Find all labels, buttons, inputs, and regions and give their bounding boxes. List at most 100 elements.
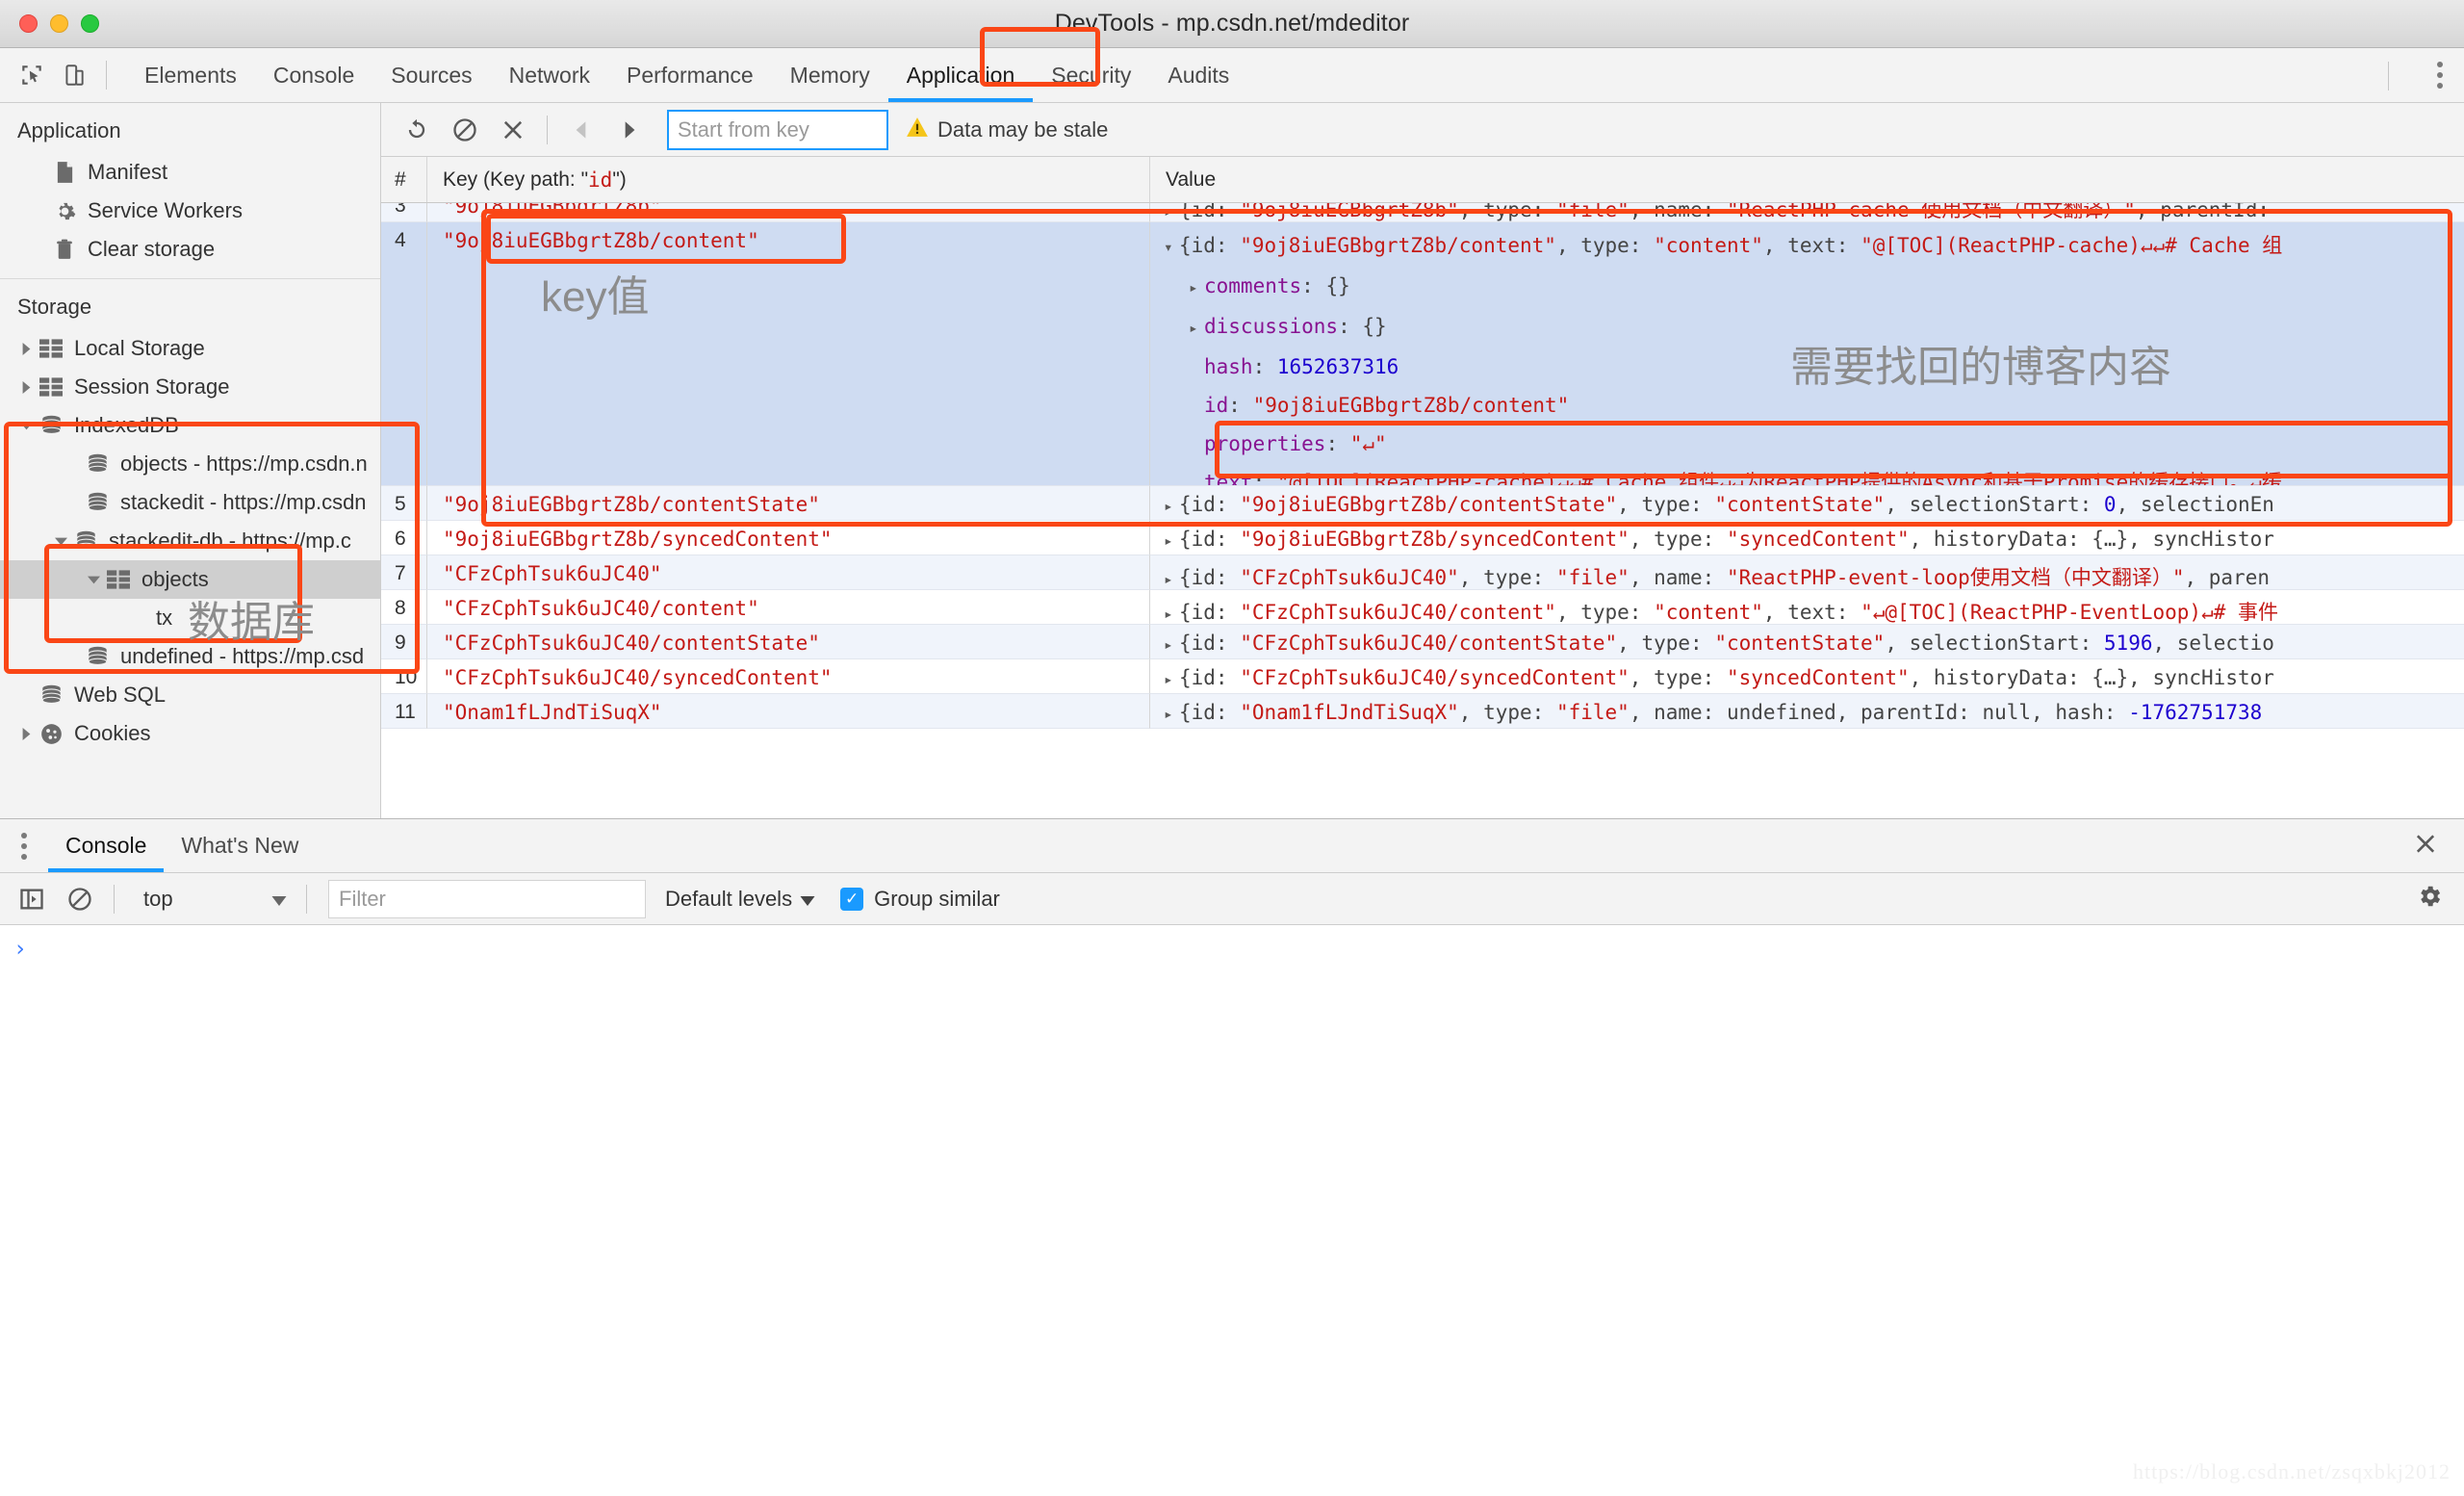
delete-selected-icon[interactable] (491, 109, 535, 151)
chevron-right-icon[interactable] (15, 728, 37, 740)
console-sidebar-icon[interactable] (10, 878, 54, 920)
expand-arrow-icon[interactable]: ▸ (1164, 203, 1179, 220)
value-property-row[interactable]: properties: "↵" (1164, 425, 2464, 463)
value-property-row[interactable]: ▸comments: {} (1164, 267, 2464, 307)
table-row[interactable]: 11 "Onam1fLJndTiSuqX" ▸{id: "Onam1fLJndT… (381, 694, 2464, 729)
row-value[interactable]: ▸{id: "9oj8iuEGBbgrtZ8b/contentState", t… (1150, 486, 2464, 521)
console-output[interactable]: › (0, 925, 2464, 962)
value-property-row-text[interactable]: text: "@[TOC](ReactPHP-cache)↵↵# Cache 组… (1164, 463, 2464, 486)
expand-arrow-icon[interactable]: ▸ (1164, 531, 1179, 550)
sidebar-item-local-storage[interactable]: Local Storage (0, 329, 380, 368)
row-value[interactable]: ▸{id: "CFzCphTsuk6uJC40", type: "file", … (1150, 555, 2464, 590)
tab-memory[interactable]: Memory (772, 48, 888, 102)
close-icon[interactable] (2412, 830, 2439, 862)
value-summary-line[interactable]: ▾{id: "9oj8iuEGBbgrtZ8b/content", type: … (1164, 226, 2464, 267)
gear-icon[interactable] (2416, 883, 2443, 915)
next-page-icon[interactable] (607, 109, 652, 151)
sidebar-item-indexeddb[interactable]: IndexedDB (0, 406, 380, 445)
row-value[interactable]: ▾{id: "9oj8iuEGBbgrtZ8b/content", type: … (1150, 222, 2464, 486)
row-value[interactable]: ▸{id: "9oj8iuEGBbgrtZ8b", type: "file", … (1150, 203, 2464, 222)
tab-audits[interactable]: Audits (1149, 48, 1247, 102)
chevron-down-icon[interactable] (50, 535, 71, 548)
tab-network[interactable]: Network (491, 48, 608, 102)
tab-elements[interactable]: Elements (126, 48, 255, 102)
table-row[interactable]: 4 "9oj8iuEGBbgrtZ8b/content" ▾{id: "9oj8… (381, 222, 2464, 486)
table-row[interactable]: 3 "9oj8iuEGBbgrtZ8b" ▸{id: "9oj8iuEGBbgr… (381, 203, 2464, 222)
row-key[interactable]: "Onam1fLJndTiSuqX" (427, 694, 1150, 729)
expand-arrow-icon[interactable]: ▸ (1164, 497, 1179, 515)
kebab-menu-icon[interactable] (2437, 62, 2443, 89)
sidebar-item-db-stackedit-db[interactable]: stackedit-db - https://mp.c (0, 522, 380, 560)
chevron-down-icon[interactable] (83, 574, 104, 586)
checkbox-checked-icon[interactable]: ✓ (840, 888, 863, 911)
tab-sources[interactable]: Sources (372, 48, 490, 102)
row-key[interactable]: "9oj8iuEGBbgrtZ8b/contentState" (427, 486, 1150, 521)
collapse-arrow-icon[interactable]: ▾ (1164, 228, 1179, 267)
expand-arrow-icon[interactable]: ▸ (1189, 269, 1204, 307)
expand-arrow-icon[interactable]: ▸ (1164, 570, 1179, 588)
row-key[interactable]: "CFzCphTsuk6uJC40/content" (427, 590, 1150, 625)
expand-arrow-icon[interactable]: ▸ (1164, 635, 1179, 654)
table-row[interactable]: 9 "CFzCphTsuk6uJC40/contentState" ▸{id: … (381, 625, 2464, 659)
tab-performance[interactable]: Performance (608, 48, 772, 102)
row-key[interactable]: "9oj8iuEGBbgrtZ8b/content" (427, 222, 1150, 486)
drawer-tab-console[interactable]: Console (48, 819, 164, 872)
sidebar-item-cookies[interactable]: Cookies (0, 714, 380, 753)
kebab-menu-icon[interactable] (21, 833, 27, 860)
column-header-value[interactable]: Value (1150, 157, 2464, 202)
sidebar-item-manifest[interactable]: Manifest (0, 153, 380, 192)
sidebar-item-index-tx[interactable]: tx (0, 599, 380, 637)
row-key[interactable]: "9oj8iuEGBbgrtZ8b" (427, 203, 1150, 222)
tab-security[interactable]: Security (1033, 48, 1149, 102)
group-similar-toggle[interactable]: ✓ Group similar (840, 887, 1000, 912)
device-toolbar-icon[interactable] (56, 57, 92, 93)
chevron-right-icon[interactable] (15, 343, 37, 355)
chevron-down-icon[interactable] (15, 420, 37, 432)
sidebar-item-web-sql[interactable]: Web SQL (0, 676, 380, 714)
expand-arrow-icon[interactable]: ▸ (1189, 309, 1204, 348)
sidebar-item-db-objects[interactable]: objects - https://mp.csdn.n (0, 445, 380, 483)
row-key[interactable]: "9oj8iuEGBbgrtZ8b/syncedContent" (427, 521, 1150, 555)
inspect-element-icon[interactable] (13, 57, 50, 93)
console-prompt-icon[interactable]: › (13, 937, 27, 962)
sidebar-item-db-stackedit[interactable]: stackedit - https://mp.csdn (0, 483, 380, 522)
row-value[interactable]: ▸{id: "CFzCphTsuk6uJC40/contentState", t… (1150, 625, 2464, 659)
clear-console-icon[interactable] (58, 878, 102, 920)
drawer-tab-whats-new[interactable]: What's New (164, 819, 316, 872)
expand-arrow-icon[interactable]: ▸ (1164, 605, 1179, 623)
console-filter-input[interactable]: Filter (328, 880, 646, 918)
expand-arrow-icon[interactable]: ▸ (1164, 670, 1179, 688)
table-row[interactable]: 8 "CFzCphTsuk6uJC40/content" ▸{id: "CFzC… (381, 590, 2464, 625)
row-key[interactable]: "CFzCphTsuk6uJC40" (427, 555, 1150, 590)
start-from-key-input[interactable]: Start from key (667, 110, 888, 150)
execution-context-select[interactable]: top (136, 880, 295, 918)
row-key[interactable]: "CFzCphTsuk6uJC40/contentState" (427, 625, 1150, 659)
expand-arrow-icon[interactable]: ▸ (1164, 705, 1179, 723)
row-key[interactable]: "CFzCphTsuk6uJC40/syncedContent" (427, 659, 1150, 694)
value-property-row[interactable]: hash: 1652637316 (1164, 348, 2464, 386)
column-header-number[interactable]: # (381, 157, 427, 202)
value-property-row[interactable]: ▸discussions: {} (1164, 307, 2464, 348)
column-header-key[interactable]: Key (Key path: "id") (427, 157, 1150, 202)
sidebar-item-session-storage[interactable]: Session Storage (0, 368, 380, 406)
clear-object-store-icon[interactable] (443, 109, 487, 151)
row-value[interactable]: ▸{id: "CFzCphTsuk6uJC40/content", type: … (1150, 590, 2464, 625)
table-row[interactable]: 10 "CFzCphTsuk6uJC40/syncedContent" ▸{id… (381, 659, 2464, 694)
sidebar-item-db-undefined[interactable]: undefined - https://mp.csd (0, 637, 380, 676)
value-property-row[interactable]: id: "9oj8iuEGBbgrtZ8b/content" (1164, 386, 2464, 425)
tab-console[interactable]: Console (255, 48, 372, 102)
row-value[interactable]: ▸{id: "Onam1fLJndTiSuqX", type: "file", … (1150, 694, 2464, 729)
sidebar-item-service-workers[interactable]: Service Workers (0, 192, 380, 230)
row-value[interactable]: ▸{id: "CFzCphTsuk6uJC40/syncedContent", … (1150, 659, 2464, 694)
row-value[interactable]: ▸{id: "9oj8iuEGBbgrtZ8b/syncedContent", … (1150, 521, 2464, 555)
sidebar-item-objectstore-objects[interactable]: objects (0, 560, 380, 599)
table-row[interactable]: 5 "9oj8iuEGBbgrtZ8b/contentState" ▸{id: … (381, 486, 2464, 521)
table-row[interactable]: 6 "9oj8iuEGBbgrtZ8b/syncedContent" ▸{id:… (381, 521, 2464, 555)
table-row[interactable]: 7 "CFzCphTsuk6uJC40" ▸{id: "CFzCphTsuk6u… (381, 555, 2464, 590)
refresh-icon[interactable] (395, 109, 439, 151)
previous-page-icon[interactable] (559, 109, 603, 151)
log-levels-dropdown[interactable]: Default levels (665, 887, 815, 912)
sidebar-item-clear-storage[interactable]: Clear storage (0, 230, 380, 269)
tab-application[interactable]: Application (888, 48, 1034, 102)
indexeddb-data-grid[interactable]: 3 "9oj8iuEGBbgrtZ8b" ▸{id: "9oj8iuEGBbgr… (381, 203, 2464, 818)
